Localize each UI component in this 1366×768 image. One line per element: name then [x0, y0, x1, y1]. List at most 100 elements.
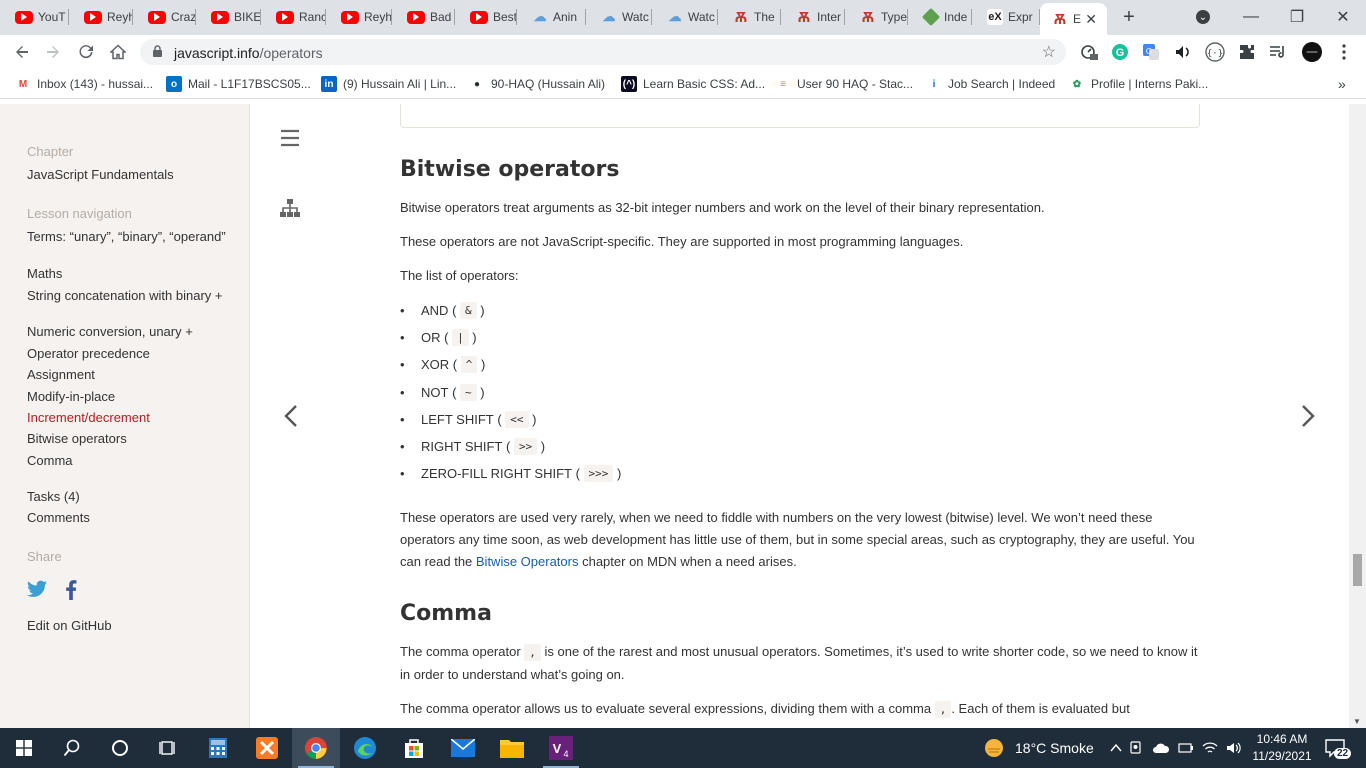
bitwise-operators-mdn-link[interactable]: Bitwise Operators	[476, 554, 579, 569]
operator-symbol: <<	[505, 410, 529, 428]
lesson-link[interactable]: Assignment	[27, 367, 227, 383]
browser-tab[interactable]: Inde	[908, 6, 972, 28]
comma-intro-text: The comma operator	[400, 644, 525, 659]
tasks-link[interactable]: Tasks (4)	[27, 489, 227, 505]
performance-extension-icon[interactable]	[1079, 42, 1099, 62]
facebook-icon[interactable]	[65, 580, 77, 600]
browser-tab[interactable]: BIKE	[196, 6, 261, 28]
google-translate-icon[interactable]: G	[1141, 42, 1161, 62]
browser-tab[interactable]: Ѫ Inter	[781, 6, 845, 28]
bookmarks-overflow-button[interactable]: »	[1338, 76, 1346, 92]
bookmark-star-icon[interactable]: ☆	[1042, 42, 1056, 62]
browser-tab[interactable]: Ѫ Type	[845, 6, 908, 28]
start-button[interactable]	[0, 728, 48, 768]
reload-icon	[79, 45, 93, 59]
weather-widget[interactable]: 18°C Smoke	[983, 728, 1094, 768]
browser-tab[interactable]: Reyh	[326, 6, 392, 28]
media-control-icon[interactable]	[1268, 42, 1288, 62]
lesson-link[interactable]: Comma	[27, 453, 227, 469]
battery-icon[interactable]	[1178, 741, 1194, 755]
browser-tab[interactable]: Craz	[133, 6, 196, 28]
chapter-link[interactable]: JavaScript Fundamentals	[27, 167, 227, 183]
bookmark-item[interactable]: M Inbox (143) - hussai...	[15, 76, 153, 92]
browser-tab[interactable]: Ѫ The	[718, 6, 781, 28]
twitter-icon[interactable]	[27, 580, 47, 598]
operator-symbol: ~	[460, 383, 477, 401]
operator-name: LEFT SHIFT	[421, 411, 494, 427]
bookmark-item[interactable]: ≡ User 90 HAQ - Stac...	[775, 76, 913, 92]
sitemap-icon[interactable]	[280, 198, 300, 218]
bookmark-item[interactable]: ● 90-HAQ (Hussain Ali)	[469, 76, 605, 92]
back-button[interactable]	[9, 39, 35, 65]
calculator-app[interactable]	[194, 728, 242, 768]
minimize-window-icon[interactable]: —	[1240, 6, 1262, 28]
bookmark-item[interactable]: o Mail - L1F17BSCS05...	[166, 76, 311, 92]
lesson-link[interactable]: Operator precedence	[27, 346, 227, 362]
visual-studio-app[interactable]: V4	[537, 728, 585, 768]
new-tab-button[interactable]: +	[1118, 6, 1140, 28]
browser-menu-icon[interactable]	[1334, 42, 1354, 62]
scroll-down-arrow-icon[interactable]: ▼	[1353, 717, 1361, 726]
active-browser-tab[interactable]: Ѫ E ✕	[1040, 3, 1107, 35]
cortana-button[interactable]	[96, 728, 144, 768]
tab-search-icon[interactable]: ⌄	[1196, 10, 1210, 24]
bookmark-item[interactable]: in (9) Hussain Ali | Lin...	[321, 76, 456, 92]
bookmark-item[interactable]: (^) Learn Basic CSS: Ad...	[621, 76, 765, 92]
browser-tab[interactable]: Best	[455, 6, 517, 28]
browser-tab[interactable]: ☁ Watc	[586, 6, 652, 28]
volume-icon[interactable]	[1226, 741, 1242, 755]
close-window-icon[interactable]: ✕	[1332, 6, 1354, 28]
mail-app[interactable]	[439, 728, 487, 768]
browser-tab[interactable]: eX Expr	[972, 6, 1040, 28]
xampp-app[interactable]	[243, 728, 291, 768]
comments-link[interactable]: Comments	[27, 510, 227, 526]
taskbar-search-button[interactable]	[48, 728, 96, 768]
wifi-icon[interactable]	[1202, 741, 1218, 755]
lesson-link[interactable]: Maths	[27, 266, 227, 282]
chevron-up-icon[interactable]	[1110, 743, 1122, 753]
onedrive-icon[interactable]	[1152, 742, 1170, 754]
meet-now-icon[interactable]	[1130, 741, 1144, 755]
extensions-puzzle-icon[interactable]	[1237, 42, 1257, 62]
edge-app[interactable]	[341, 728, 389, 768]
lesson-link[interactable]: Bitwise operators	[27, 431, 227, 447]
paren: )	[613, 466, 622, 482]
current-lesson-link[interactable]: Increment/decrement	[27, 410, 227, 426]
scrollbar-thumb[interactable]	[1353, 554, 1362, 586]
next-lesson-arrow-icon[interactable]	[1300, 404, 1316, 428]
browser-tab[interactable]: Reyh	[69, 6, 133, 28]
bookmark-item[interactable]: i Job Search | Indeed	[926, 76, 1056, 92]
chrome-app[interactable]	[292, 728, 340, 768]
lesson-link[interactable]: Numeric conversion, unary +	[27, 324, 227, 340]
lesson-link[interactable]: Modify-in-place	[27, 389, 227, 405]
browser-tab[interactable]: Ranc	[261, 6, 326, 28]
browser-tab[interactable]: Bad	[392, 6, 455, 28]
previous-lesson-arrow-icon[interactable]	[283, 404, 299, 428]
paren: (	[493, 411, 506, 427]
bookmark-label: Job Search | Indeed	[948, 77, 1056, 91]
speaker-icon[interactable]	[1173, 42, 1193, 62]
notifications-button[interactable]: 22	[1324, 728, 1352, 768]
browser-tab[interactable]: YouT	[0, 6, 69, 28]
forward-button[interactable]	[40, 39, 66, 65]
bookmark-item[interactable]: ✿ Profile | Interns Paki...	[1069, 76, 1208, 92]
code-extension-icon[interactable]: {·}	[1205, 42, 1225, 62]
page-scrollbar[interactable]: ▼	[1349, 104, 1366, 728]
hamburger-menu-icon[interactable]	[280, 128, 300, 148]
lesson-link[interactable]: Terms: “unary”, “binary”, “operand”	[27, 229, 227, 245]
reload-button[interactable]	[73, 39, 99, 65]
browser-tab[interactable]: ☁ Watc	[652, 6, 718, 28]
task-view-button[interactable]	[144, 728, 192, 768]
lesson-link[interactable]: String concatenation with binary +	[27, 288, 227, 304]
file-explorer-app[interactable]	[488, 728, 536, 768]
edit-on-github-link[interactable]: Edit on GitHub	[27, 618, 227, 634]
microsoft-store-app[interactable]	[390, 728, 438, 768]
home-button[interactable]	[105, 39, 131, 65]
restore-window-icon[interactable]: ❐	[1286, 6, 1308, 28]
close-tab-icon[interactable]: ✕	[1085, 11, 1097, 28]
taskbar-clock[interactable]: 10:46 AM 11/29/2021	[1250, 731, 1314, 765]
grammarly-icon[interactable]: G	[1110, 42, 1130, 62]
profile-avatar[interactable]	[1302, 42, 1322, 62]
address-bar[interactable]: javascript.info/operators ☆	[140, 39, 1066, 65]
browser-tab[interactable]: ☁ Anin	[517, 6, 586, 28]
